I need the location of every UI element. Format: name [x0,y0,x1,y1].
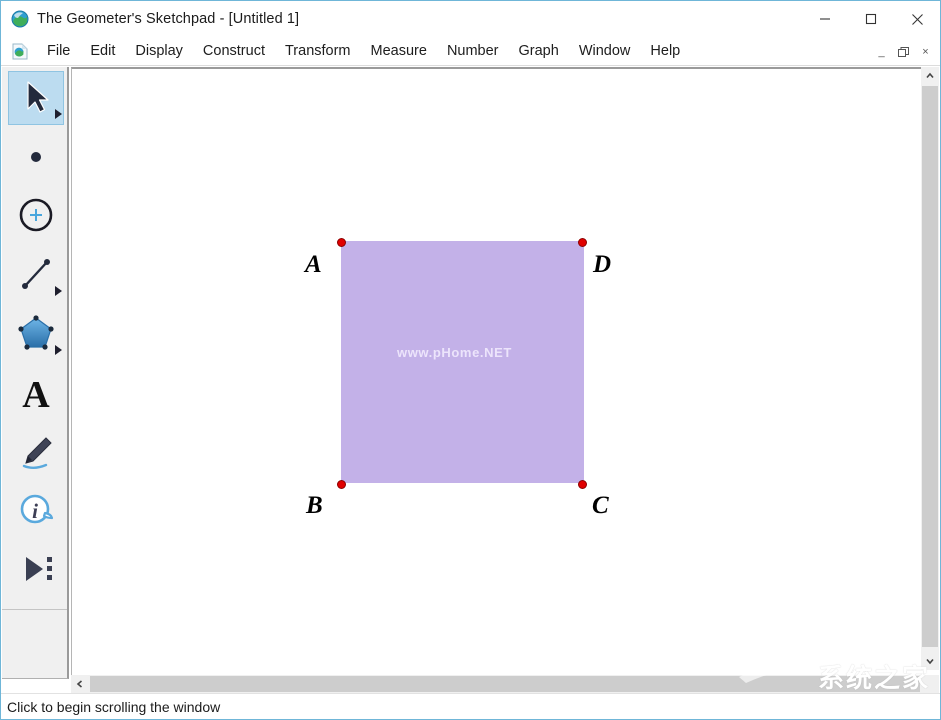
marker-tool[interactable] [2,421,69,480]
sketchpad-globe-icon [11,10,29,28]
minimize-button[interactable] [802,1,848,37]
status-message: Click to begin scrolling the window [7,698,221,715]
mdi-close-button[interactable]: × [915,43,936,61]
menu-item-window[interactable]: Window [569,40,641,63]
menu-item-display[interactable]: Display [125,40,193,63]
menu-item-transform[interactable]: Transform [275,40,361,63]
title-bar: The Geometer's Sketchpad - [Untitled 1] [1,1,940,37]
play-menu-icon [13,546,59,592]
point-icon [13,133,59,179]
menu-item-construct[interactable]: Construct [193,40,275,63]
straightedge-tool[interactable] [2,244,69,303]
vertical-scrollbar-thumb[interactable] [922,86,938,647]
application-window: The Geometer's Sketchpad - [Untitled 1] … [0,0,941,720]
vertex-label-b[interactable]: B [306,493,323,518]
segment-line-icon [13,251,59,297]
arrow-select-tool[interactable] [2,67,69,126]
vertex-point-c[interactable] [578,480,587,489]
vertex-label-c[interactable]: C [592,493,609,518]
menu-item-number[interactable]: Number [437,40,509,63]
point-tool[interactable] [2,126,69,185]
polygon-tool[interactable] [2,303,69,362]
menu-item-help[interactable]: Help [640,40,690,63]
horizontal-scrollbar[interactable] [71,675,922,693]
svg-text:A: A [22,374,50,415]
info-balloon-icon: i [13,487,59,533]
tool-palette-separator [2,609,67,610]
vertex-label-a[interactable]: A [305,252,322,277]
horizontal-scrollbar-thumb[interactable] [90,676,920,692]
vertex-point-b[interactable] [337,480,346,489]
information-tool[interactable]: i [2,480,69,539]
maximize-button[interactable] [848,1,894,37]
menu-bar: File Edit Display Construct Transform Me… [1,37,940,66]
tool-palette: A i [2,67,69,679]
sketch-canvas-frame[interactable]: www.pHome.NET A D B C [71,67,939,679]
menu-item-measure[interactable]: Measure [361,40,437,63]
compass-tool[interactable] [2,185,69,244]
letter-a-icon: A [13,369,59,416]
flyout-triangle-icon[interactable] [55,345,62,355]
polygon-interior-abcd[interactable] [341,241,584,483]
vertex-point-a[interactable] [337,238,346,247]
flyout-triangle-icon[interactable] [55,286,62,296]
chevron-left-icon[interactable] [71,675,89,693]
chevron-up-icon[interactable] [921,67,939,85]
menu-item-graph[interactable]: Graph [509,40,569,63]
center-watermark: www.pHome.NET [397,345,512,360]
vertex-label-d[interactable]: D [593,252,611,277]
menu-item-file[interactable]: File [37,40,80,63]
mdi-restore-button[interactable] [893,43,914,61]
pen-marker-icon [13,428,59,474]
brand-chinese-text: 系统之家 [817,663,930,693]
document-icon[interactable] [12,43,28,60]
text-tool[interactable]: A [2,362,69,421]
circle-compass-icon [13,192,59,238]
window-title: The Geometer's Sketchpad - [Untitled 1] [37,11,300,27]
svg-text:i: i [32,499,38,523]
flyout-triangle-icon[interactable] [55,109,62,119]
status-bar: Click to begin scrolling the window [1,693,940,719]
menu-item-edit[interactable]: Edit [80,40,125,63]
vertex-point-d[interactable] [578,238,587,247]
custom-tool[interactable] [2,539,69,598]
vertical-scrollbar[interactable] [921,67,939,670]
arrow-cursor-icon [13,74,59,120]
close-button[interactable] [894,1,940,37]
pentagon-icon [13,310,59,356]
menu-separator [1,65,940,66]
mdi-minimize-button[interactable]: _ [871,43,892,61]
sketch-canvas[interactable]: www.pHome.NET A D B C [72,69,920,657]
